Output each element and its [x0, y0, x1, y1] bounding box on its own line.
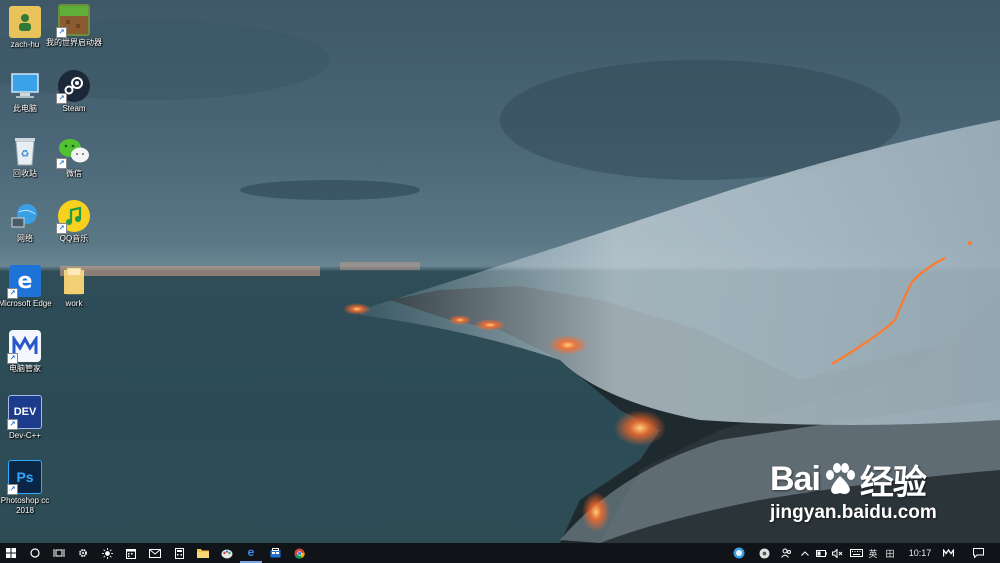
taskbar: e 英 田 10:17 — [0, 543, 1000, 563]
ps-glyph: Ps — [16, 469, 34, 485]
mail-icon — [149, 548, 161, 558]
taskbar-paint[interactable] — [216, 543, 238, 563]
qq-music-icon: ↗ — [56, 200, 90, 234]
tray-touch-keyboard[interactable] — [848, 543, 864, 563]
taskbar-calendar[interactable] — [120, 543, 142, 563]
action-center-button[interactable] — [966, 543, 990, 563]
desktop-icon-work-folder[interactable]: work — [46, 265, 102, 309]
desktop-icon-minecraft-launcher[interactable]: ↗ 我的世界启动器 — [46, 4, 102, 48]
shortcut-arrow-icon: ↗ — [56, 27, 67, 38]
photoshop-icon: Ps ↗ — [7, 460, 42, 495]
desktop-icon-label: work — [65, 299, 83, 308]
tray-ime-language[interactable]: 英 — [866, 543, 880, 563]
desktop-icon-dev-cpp[interactable]: DEV ↗ Dev-C++ — [0, 395, 53, 441]
baidu-logo-right: 经验 — [859, 464, 927, 502]
tray-show-hidden[interactable] — [798, 543, 812, 563]
desktop[interactable]: zach-hu ↗ 我的世界启动器 此电脑 ↗ Steam ♻ 回收站 ↗ 微信 — [0, 0, 1000, 543]
shortcut-arrow-icon: ↗ — [56, 158, 67, 169]
steam-icon: ↗ — [56, 70, 90, 104]
dev-cpp-icon: DEV ↗ — [7, 395, 42, 430]
baidu-logo-left: Bai — [770, 460, 821, 498]
browser-globe-icon — [733, 547, 745, 559]
edge-icon: e ↗ — [7, 265, 41, 299]
taskbar-edge[interactable]: e — [240, 543, 262, 563]
paw-icon — [825, 462, 855, 494]
taskbar-settings[interactable] — [72, 543, 94, 563]
taskbar-calculator[interactable] — [168, 543, 190, 563]
desktop-icon-label: Steam — [62, 104, 86, 113]
desktop-icon-label: QQ音乐 — [59, 234, 89, 243]
baidu-logo: Bai 经验 — [770, 455, 990, 504]
computer-icon — [9, 70, 41, 102]
tray-clock[interactable]: 10:17 — [902, 543, 938, 563]
minecraft-icon: ↗ — [56, 4, 90, 38]
battery-icon — [815, 549, 827, 557]
tray-ime-mode[interactable]: 田 — [882, 543, 898, 563]
desktop-icon-label: 我的世界启动器 — [46, 38, 102, 47]
desktop-icon-label: 微信 — [66, 169, 82, 178]
tray-app-icon — [758, 547, 770, 559]
people-icon — [780, 548, 791, 558]
tray-people[interactable] — [778, 543, 794, 563]
dev-glyph: DEV — [13, 406, 37, 418]
taskbar-chrome[interactable] — [288, 543, 310, 563]
desktop-icon-photoshop[interactable]: Ps ↗ Photoshop cc 2018 — [0, 460, 53, 516]
svg-text:♻: ♻ — [21, 149, 30, 160]
shortcut-arrow-icon: ↗ — [56, 93, 67, 104]
taskbar-store[interactable] — [264, 543, 286, 563]
shortcut-arrow-icon: ↗ — [7, 484, 18, 495]
calendar-icon — [126, 548, 136, 559]
tray-pc-manager[interactable] — [940, 543, 956, 563]
taskbar-mail[interactable] — [144, 543, 166, 563]
shortcut-arrow-icon: ↗ — [56, 223, 67, 234]
edge-glyph: e — [17, 268, 33, 294]
store-icon — [270, 548, 280, 558]
chevron-up-icon — [801, 550, 809, 556]
tray-qq-browser[interactable] — [730, 543, 748, 563]
paint-icon — [221, 549, 233, 558]
desktop-icon-qq-music[interactable]: ↗ QQ音乐 — [46, 200, 102, 244]
shortcut-arrow-icon: ↗ — [7, 288, 18, 299]
pc-manager-icon: ↗ — [7, 330, 41, 364]
search-circle-icon — [30, 548, 40, 558]
notification-icon — [972, 548, 984, 558]
folder-icon — [58, 265, 90, 297]
tray-battery[interactable] — [814, 543, 828, 563]
taskbar-brightness[interactable] — [96, 543, 118, 563]
desktop-icon-wechat[interactable]: ↗ 微信 — [46, 135, 102, 179]
chrome-icon — [293, 547, 305, 559]
recycle-bin-icon: ♻ — [9, 135, 41, 167]
user-folder-icon — [9, 6, 41, 38]
tray-volume[interactable] — [830, 543, 844, 563]
baidu-jingyan-watermark: Bai 经验 jingyan.baidu.com — [770, 455, 990, 524]
tray-app[interactable] — [756, 543, 772, 563]
pc-manager-icon — [942, 549, 954, 557]
desktop-icon-steam[interactable]: ↗ Steam — [46, 70, 102, 114]
settings-gear-icon — [79, 549, 87, 557]
brightness-icon — [101, 547, 113, 559]
start-icon — [6, 548, 16, 558]
file-explorer-icon — [197, 549, 209, 558]
taskbar-file-explorer[interactable] — [192, 543, 214, 563]
desktop-icon-label: Photoshop cc 2018 — [0, 496, 50, 515]
shortcut-arrow-icon: ↗ — [7, 353, 18, 364]
watermark-url: jingyan.baidu.com — [770, 502, 937, 523]
search-button[interactable] — [24, 543, 46, 563]
edge-icon: e — [247, 545, 255, 559]
start-button[interactable] — [0, 543, 22, 563]
keyboard-icon — [849, 549, 863, 557]
task-view-icon — [53, 549, 65, 557]
desktop-icon-label: Dev-C++ — [8, 431, 41, 440]
desktop-icon-pc-manager[interactable]: ↗ 电脑管家 — [0, 330, 53, 374]
volume-muted-icon — [831, 548, 842, 558]
wechat-icon: ↗ — [56, 135, 90, 169]
shortcut-arrow-icon: ↗ — [7, 419, 18, 430]
task-view-button[interactable] — [48, 543, 70, 563]
desktop-icon-label: 电脑管家 — [9, 364, 41, 373]
calculator-icon — [174, 547, 184, 559]
network-icon — [9, 200, 41, 232]
